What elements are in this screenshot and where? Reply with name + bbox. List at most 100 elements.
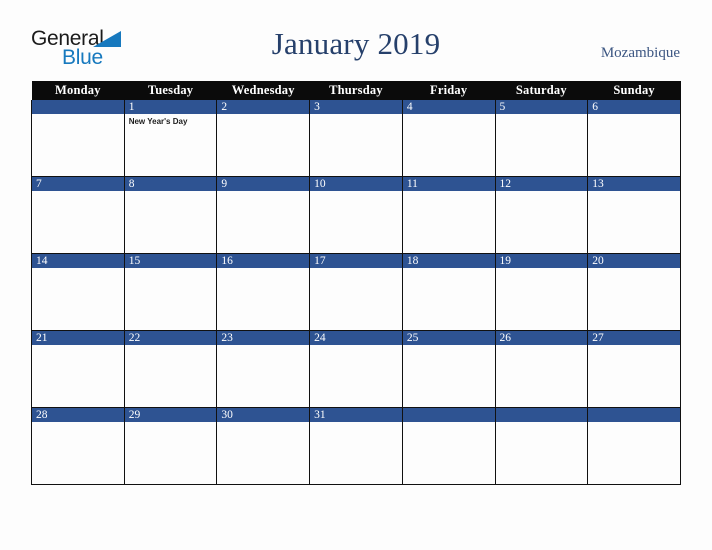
day-number: 14 bbox=[32, 254, 124, 268]
day-cell-15[interactable]: 15 bbox=[123, 253, 218, 331]
day-number: 30 bbox=[217, 408, 310, 422]
day-events bbox=[403, 268, 495, 271]
day-events bbox=[310, 268, 402, 271]
day-cell-22[interactable]: 22 bbox=[123, 330, 218, 408]
day-cell-7[interactable]: 7 bbox=[31, 176, 125, 254]
day-cell-1[interactable]: 1 New Year's Day bbox=[123, 100, 218, 177]
day-events bbox=[32, 268, 124, 271]
day-cell-empty[interactable] bbox=[494, 407, 589, 485]
day-cell-29[interactable]: 29 bbox=[123, 407, 218, 485]
day-number: 8 bbox=[124, 177, 217, 191]
weekday-header-tuesday: Tuesday bbox=[124, 81, 217, 100]
day-cell-11[interactable]: 11 bbox=[401, 176, 496, 254]
day-number: 10 bbox=[310, 177, 402, 191]
day-cell-10[interactable]: 10 bbox=[309, 176, 403, 254]
day-events bbox=[588, 345, 680, 348]
day-number bbox=[588, 408, 680, 422]
day-number: 15 bbox=[124, 254, 217, 268]
day-events bbox=[310, 345, 402, 348]
day-cell-13[interactable]: 13 bbox=[587, 176, 681, 254]
day-number: 26 bbox=[495, 331, 588, 345]
day-cell-18[interactable]: 18 bbox=[401, 253, 496, 331]
day-cell-empty[interactable] bbox=[401, 407, 496, 485]
day-number: 9 bbox=[217, 177, 310, 191]
calendar-body: 1 New Year's Day 2 3 4 5 6 7 8 9 10 11 12 13 14 15 16 17 1… bbox=[31, 100, 681, 485]
day-events bbox=[588, 268, 680, 271]
weekday-header-sunday: Sunday bbox=[587, 81, 681, 100]
day-cell-19[interactable]: 19 bbox=[494, 253, 589, 331]
holiday-label: New Year's Day bbox=[128, 117, 188, 126]
day-number: 1 bbox=[124, 100, 217, 114]
day-events bbox=[32, 114, 124, 117]
day-events bbox=[125, 191, 217, 194]
day-cell-20[interactable]: 20 bbox=[587, 253, 681, 331]
day-events bbox=[125, 345, 217, 348]
day-number: 31 bbox=[310, 408, 402, 422]
day-number: 3 bbox=[310, 100, 402, 114]
day-cell-25[interactable]: 25 bbox=[401, 330, 496, 408]
calendar-header-row: Monday Tuesday Wednesday Thursday Friday Satu… bbox=[31, 81, 681, 100]
day-number: 17 bbox=[310, 254, 402, 268]
day-number: 12 bbox=[495, 177, 588, 191]
calendar-week-row: 7 8 9 10 11 12 13 bbox=[31, 176, 681, 254]
day-number bbox=[495, 408, 588, 422]
day-events bbox=[588, 114, 680, 117]
day-events bbox=[310, 422, 402, 425]
day-number: 6 bbox=[588, 100, 680, 114]
calendar-week-row: 21 22 23 24 25 26 27 bbox=[31, 330, 681, 408]
weekday-header-wednesday: Wednesday bbox=[216, 81, 310, 100]
day-cell-8[interactable]: 8 bbox=[123, 176, 218, 254]
day-cell-5[interactable]: 5 bbox=[494, 100, 589, 177]
day-number: 19 bbox=[495, 254, 588, 268]
day-number: 27 bbox=[588, 331, 680, 345]
calendar-grid: Monday Tuesday Wednesday Thursday Friday Satu… bbox=[31, 81, 681, 485]
day-number bbox=[402, 408, 495, 422]
day-events bbox=[403, 345, 495, 348]
day-events bbox=[588, 422, 680, 425]
day-cell-30[interactable]: 30 bbox=[216, 407, 311, 485]
day-number: 21 bbox=[32, 331, 124, 345]
day-cell-31[interactable]: 31 bbox=[309, 407, 403, 485]
calendar-week-row: 1 New Year's Day 2 3 4 5 6 bbox=[31, 100, 681, 177]
day-cell-17[interactable]: 17 bbox=[309, 253, 403, 331]
day-number: 25 bbox=[402, 331, 495, 345]
day-number bbox=[32, 100, 124, 114]
day-cell-2[interactable]: 2 bbox=[216, 100, 311, 177]
day-cell-27[interactable]: 27 bbox=[587, 330, 681, 408]
day-number: 23 bbox=[217, 331, 310, 345]
day-events bbox=[310, 191, 402, 194]
day-number: 16 bbox=[217, 254, 310, 268]
country-label: Mozambique bbox=[600, 45, 680, 61]
weekday-header-saturday: Saturday bbox=[495, 81, 588, 100]
day-number: 5 bbox=[495, 100, 588, 114]
day-events bbox=[217, 268, 309, 271]
day-cell-12[interactable]: 12 bbox=[494, 176, 589, 254]
day-cell-6[interactable]: 6 bbox=[587, 100, 681, 177]
day-number: 28 bbox=[32, 408, 124, 422]
day-cell-16[interactable]: 16 bbox=[216, 253, 311, 331]
day-number: 11 bbox=[402, 177, 495, 191]
day-number: 20 bbox=[588, 254, 680, 268]
calendar-week-row: 14 15 16 17 18 19 20 bbox=[31, 253, 681, 331]
day-cell-26[interactable]: 26 bbox=[494, 330, 589, 408]
day-cell-3[interactable]: 3 bbox=[309, 100, 403, 177]
page-header: General Blue January 2019 Mozambique bbox=[0, 0, 712, 68]
day-events bbox=[496, 268, 588, 271]
day-events bbox=[32, 191, 124, 194]
day-cell-empty[interactable] bbox=[587, 407, 681, 485]
day-cell-24[interactable]: 24 bbox=[309, 330, 403, 408]
day-events bbox=[125, 268, 217, 271]
day-events bbox=[496, 345, 588, 348]
day-cell-14[interactable]: 14 bbox=[31, 253, 125, 331]
day-number: 2 bbox=[217, 100, 310, 114]
weekday-header-row: Monday Tuesday Wednesday Thursday Friday Satu… bbox=[31, 81, 681, 100]
weekday-header-monday: Monday bbox=[31, 81, 125, 100]
day-cell-4[interactable]: 4 bbox=[401, 100, 496, 177]
day-cell-28[interactable]: 28 bbox=[31, 407, 125, 485]
day-cell-empty[interactable] bbox=[31, 100, 125, 177]
day-cell-9[interactable]: 9 bbox=[216, 176, 311, 254]
day-cell-23[interactable]: 23 bbox=[216, 330, 311, 408]
weekday-header-thursday: Thursday bbox=[309, 81, 403, 100]
day-cell-21[interactable]: 21 bbox=[31, 330, 125, 408]
day-events bbox=[588, 191, 680, 194]
